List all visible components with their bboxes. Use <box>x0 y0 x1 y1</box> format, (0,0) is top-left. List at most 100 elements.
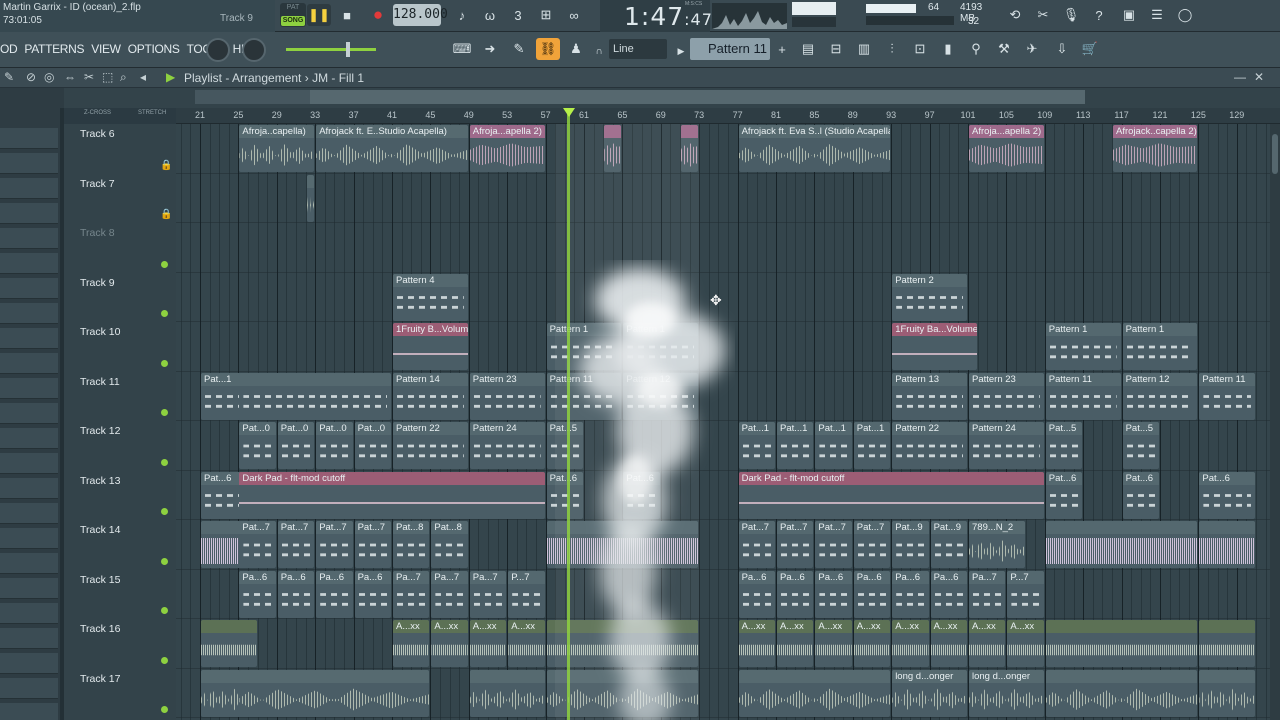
playlist-clip[interactable]: A...xx <box>469 620 507 667</box>
playlist-clip[interactable]: Pat...1 <box>738 422 775 469</box>
playlist-clip[interactable]: Pattern 22 <box>892 422 967 469</box>
pause-icon[interactable]: ❚❚ <box>307 4 331 26</box>
playlist-clip[interactable]: Pattern 24 <box>969 422 1044 469</box>
lock-icon[interactable]: 🔒 <box>160 160 172 171</box>
track-enable-dot[interactable] <box>161 458 168 466</box>
playlist-clip[interactable]: Pat...7 <box>239 521 276 568</box>
track-header[interactable]: Track 10 <box>64 322 176 372</box>
mixer-icon[interactable]: ☰ <box>1145 4 1169 26</box>
track-header[interactable]: Track 9 <box>64 273 176 323</box>
track-enable-dot[interactable] <box>161 409 168 416</box>
track-name[interactable]: Track 17 <box>80 673 120 685</box>
track-name[interactable]: Track 7 <box>80 178 115 190</box>
mixer-view-icon[interactable]: ⫶ <box>880 38 904 60</box>
browser-item[interactable] <box>0 403 58 424</box>
playlist-clip[interactable]: Pa...6 <box>815 570 852 618</box>
playlist-clip[interactable] <box>1045 620 1198 667</box>
playlist-clip[interactable]: Pattern 22 <box>393 422 468 469</box>
playlist-clip[interactable]: Pat...0 <box>354 422 391 469</box>
magnet-icon[interactable]: ∩ <box>592 40 606 62</box>
browser-item[interactable] <box>0 203 58 224</box>
playlist-clip[interactable]: Pat...7 <box>815 521 852 568</box>
track-header[interactable]: Track 14 <box>64 520 176 570</box>
cart-icon[interactable]: 🛒 <box>1078 38 1102 60</box>
playlist-clip[interactable]: A...xx <box>777 620 814 667</box>
slip-tool-icon[interactable]: ⇔ <box>64 70 76 84</box>
track-name[interactable]: Track 14 <box>80 524 120 536</box>
playlist-clip[interactable]: Pat...5 <box>1122 422 1159 469</box>
help-icon[interactable]: ? <box>1087 4 1111 26</box>
metronome-icon[interactable]: ♪ <box>450 4 474 26</box>
browser-item[interactable] <box>0 153 58 174</box>
playlist-clip[interactable]: Pa...6 <box>316 570 353 618</box>
playlist-clip[interactable]: Dark Pad - flt-mod cutoff <box>239 471 545 519</box>
playlist-clip[interactable]: A...xx <box>1007 620 1044 667</box>
playlist-clip[interactable]: Pat...7 <box>354 521 391 568</box>
playlist-clip[interactable]: Pa...6 <box>892 570 929 618</box>
close-icon[interactable]: ✕ <box>1254 70 1264 84</box>
browser-item[interactable] <box>0 178 58 199</box>
playhead-marker[interactable] <box>563 108 575 117</box>
master-slider[interactable] <box>286 42 376 57</box>
track-header[interactable]: Track 12 <box>64 421 176 471</box>
browser-icon[interactable]: ⊡ <box>908 38 932 60</box>
playlist-clip[interactable]: Pattern 14 <box>393 372 468 420</box>
playlist-clip[interactable]: Pat...7 <box>316 521 353 568</box>
track-name[interactable]: Track 15 <box>80 574 120 586</box>
track-enable-dot[interactable] <box>161 359 168 367</box>
playlist-clip[interactable]: Pattern 1 <box>1122 323 1198 370</box>
track-name[interactable]: Track 9 <box>80 277 115 289</box>
playlist-clip[interactable]: Pat...7 <box>777 521 814 568</box>
playlist-clip[interactable]: Pa...6 <box>738 570 775 618</box>
pattern-select[interactable]: Pattern 11 <box>690 38 770 60</box>
track-header[interactable]: Track 13 <box>64 471 176 521</box>
playlist-clip[interactable]: 1Fruity Ba...Volume <box>892 323 977 370</box>
song-position-display[interactable]: 1:47:47 M:S:CS <box>600 0 712 32</box>
menu-patterns[interactable]: PATTERNS <box>24 42 84 56</box>
browser-item[interactable] <box>0 303 58 324</box>
playlist-clip[interactable]: Afroja..capella) <box>239 125 315 172</box>
browser-item[interactable] <box>0 703 58 720</box>
playlist-clip[interactable]: Pa...7 <box>469 570 507 618</box>
playlist-clip[interactable]: A...xx <box>393 620 430 667</box>
track-enable-dot[interactable] <box>161 310 168 317</box>
playlist-clip[interactable] <box>306 174 315 222</box>
playlist-clip[interactable] <box>738 669 891 717</box>
piano-roll-icon[interactable]: ▥ <box>852 38 876 60</box>
playlist-clip[interactable]: Pattern 23 <box>469 372 545 420</box>
playlist-clip[interactable]: Pa...6 <box>777 570 814 618</box>
playlist-clip[interactable]: Pa...7 <box>431 570 468 618</box>
channel-rack-icon[interactable]: ⊟ <box>824 38 848 60</box>
track-enable-dot[interactable] <box>161 557 168 565</box>
playlist-clip[interactable]: Pa...6 <box>354 570 391 618</box>
browser-item[interactable] <box>0 453 58 474</box>
playlist-clip[interactable] <box>239 669 430 717</box>
stamp-icon[interactable]: ♟ <box>564 38 588 60</box>
master-pitch-knob[interactable] <box>242 38 266 62</box>
playlist-clip[interactable]: A...xx <box>738 620 775 667</box>
speaker-tool-icon[interactable]: ◂ <box>140 70 146 84</box>
piano-icon[interactable]: ⌨ <box>450 38 474 60</box>
menu-file[interactable]: OD <box>0 42 18 56</box>
browser-item[interactable] <box>0 253 58 274</box>
track-name[interactable]: Track 12 <box>80 425 120 437</box>
playlist-clip[interactable]: Pat...0 <box>239 422 276 469</box>
track-enable-dot[interactable] <box>161 656 168 664</box>
playlist-clip[interactable]: Afroja...apella 2) <box>969 125 1044 172</box>
menu-view[interactable]: VIEW <box>91 42 121 56</box>
playlist-clip[interactable]: Pat...1 <box>815 422 852 469</box>
playlist-clip[interactable]: Afroja...apella 2) <box>469 125 545 172</box>
track-header[interactable]: Track 6 🔒 <box>64 124 176 174</box>
playlist-clip[interactable]: long d...onger <box>892 669 967 717</box>
track-name[interactable]: Track 16 <box>80 623 120 635</box>
browser-item[interactable] <box>0 553 58 574</box>
lock-icon[interactable]: 🔒 <box>160 209 172 220</box>
playlist-clip[interactable] <box>1045 521 1198 568</box>
track-enable-dot[interactable] <box>161 607 168 614</box>
track-name[interactable]: Track 13 <box>80 475 120 487</box>
loop-record-icon[interactable]: ∞ <box>562 4 586 26</box>
playlist-clip[interactable]: A...xx <box>969 620 1006 667</box>
playlist-clip[interactable] <box>1045 669 1198 717</box>
playlist-clip[interactable]: Pat...0 <box>316 422 353 469</box>
track-name[interactable]: Track 11 <box>80 376 120 388</box>
